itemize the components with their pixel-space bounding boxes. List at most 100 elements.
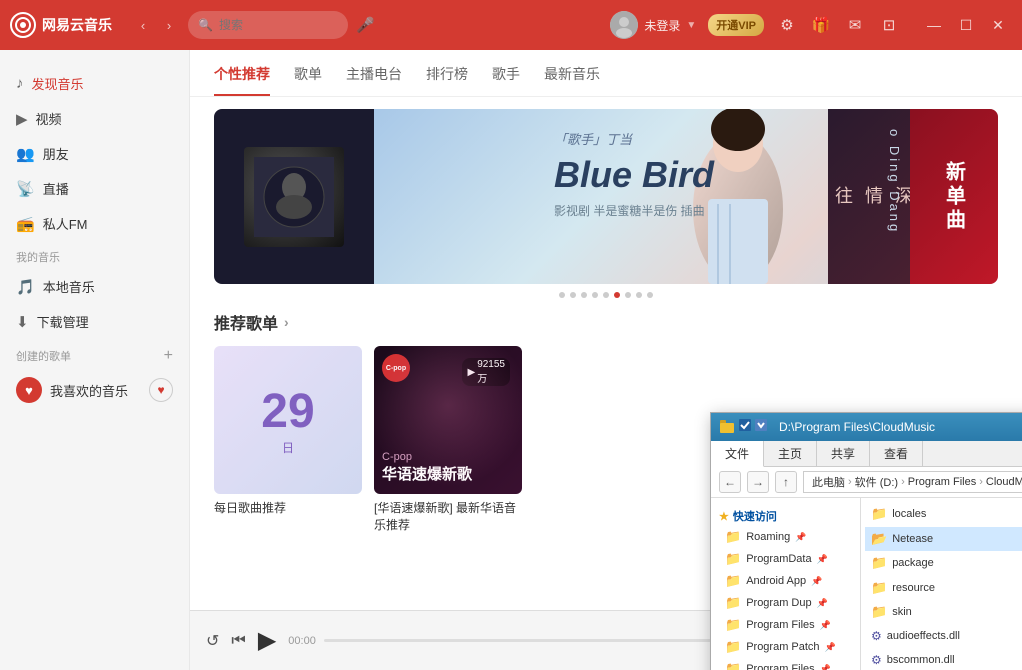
card-daily[interactable]: 29 日 每日歌曲推荐 [214, 346, 362, 534]
section-arrow[interactable]: › [284, 314, 289, 330]
bc-dir[interactable]: Program Files [908, 476, 976, 488]
fe-sidebar-programdup[interactable]: 📁 Program Dup 📌 [719, 592, 852, 614]
banner-subtitle: 「歌手」丁当 [554, 129, 714, 148]
fe-quick-access-header: ★ 快速访问 [719, 508, 852, 524]
dot-6[interactable] [614, 292, 620, 298]
sidebar-item-download[interactable]: ⬇ 下载管理 [0, 304, 189, 339]
tab-playlist[interactable]: 歌单 [294, 64, 322, 96]
dot-7[interactable] [625, 292, 631, 298]
search-bar[interactable]: 🔍 [188, 11, 348, 39]
fe-up-btn[interactable]: ↑ [775, 471, 797, 493]
dll-icon: ⚙ [871, 653, 882, 667]
gift-icon[interactable]: 🎁 [810, 14, 832, 36]
fe-tab-home[interactable]: 主页 [764, 441, 817, 466]
refresh-button[interactable]: ↺ [206, 631, 219, 651]
close-button[interactable]: ✕ [984, 11, 1012, 39]
playlist-section-header: 创建的歌单 + [0, 339, 189, 369]
fe-sidebar-programfiles2[interactable]: 📁 Program Files 📌 [719, 658, 852, 670]
folder-icon: 📁 [725, 573, 741, 589]
dot-1[interactable] [559, 292, 565, 298]
card-cpop[interactable]: ▶ 92155万 C-pop C-pop 华语速爆新歌 [374, 346, 522, 534]
sidebar-item-fm[interactable]: 📻 私人FM [0, 206, 189, 241]
banner-singer-name: o Ding Dang [887, 129, 902, 234]
fe-tab-share[interactable]: 共享 [817, 441, 870, 466]
card-glow [374, 346, 522, 494]
mic-button[interactable]: 🎤 [356, 16, 375, 34]
bc-cloud[interactable]: CloudMusic [986, 476, 1022, 488]
play-button[interactable]: ▶ [258, 626, 276, 655]
nav-arrows: ‹ › [132, 14, 180, 36]
dot-8[interactable] [636, 292, 642, 298]
settings-icon[interactable]: ⚙ [776, 14, 798, 36]
dll-icon: ⚙ [871, 629, 882, 643]
tab-chart[interactable]: 排行榜 [426, 64, 468, 96]
banner-container[interactable]: 「歌手」丁当 Blue Bird 影视剧 半是蜜糖半是伤 插曲 往 情 深 独家 [214, 109, 998, 284]
fe-sidebar-android[interactable]: 📁 Android App 📌 [719, 570, 852, 592]
maximize-button[interactable]: ☐ [952, 11, 980, 39]
sidebar-item-video[interactable]: ▶ 视频 [0, 101, 189, 136]
minimize-button[interactable]: — [920, 11, 948, 39]
tab-recommend[interactable]: 个性推荐 [214, 64, 270, 96]
album-art [244, 147, 344, 247]
fe-item-audioeffects[interactable]: ⚙ audioeffects.dll [865, 625, 1022, 648]
card-cpop-title: [华语速爆新歌] 最新华语音乐推荐 [374, 500, 522, 534]
fe-item-netease[interactable]: 📂 Netease [865, 527, 1022, 552]
forward-button[interactable]: › [158, 14, 180, 36]
user-area[interactable]: 未登录 ▼ [610, 11, 696, 39]
search-icon: 🔍 [198, 18, 213, 32]
mail-icon[interactable]: ✉ [844, 14, 866, 36]
back-button[interactable]: ‹ [132, 14, 154, 36]
sidebar-item-favorites[interactable]: ♥ 我喜欢的音乐 ♥ [0, 369, 189, 411]
fe-tab-view[interactable]: 查看 [870, 441, 923, 466]
prev-button[interactable]: ⏮ [231, 632, 245, 650]
vip-button[interactable]: 开通VIP [708, 14, 764, 36]
fe-back-btn[interactable]: ← [719, 471, 741, 493]
folder-icon: 📁 [725, 529, 741, 545]
sidebar: ♪ 发现音乐 ▶ 视频 👥 朋友 📡 直播 📻 私人FM 我的音乐 🎵 本地音乐… [0, 50, 190, 670]
favorites-heart-btn[interactable]: ♥ [149, 378, 173, 402]
favorites-heart-icon: ♥ [16, 377, 42, 403]
search-input[interactable] [219, 18, 329, 32]
player-controls: ↺ ⏮ ▶ [206, 626, 276, 655]
bc-pc[interactable]: 此电脑 [812, 474, 845, 490]
fe-quick-access: ★ 快速访问 📁 Roaming 📌 📁 ProgramData 📌 [711, 504, 860, 670]
fe-sidebar-programdata[interactable]: 📁 ProgramData 📌 [719, 548, 852, 570]
dot-4[interactable] [592, 292, 598, 298]
fe-item-locales[interactable]: 📁 locales [865, 502, 1022, 527]
fe-breadcrumb[interactable]: 此电脑 › 软件 (D:) › Program Files › CloudMus… [803, 471, 1022, 493]
sidebar-item-live[interactable]: 📡 直播 [0, 171, 189, 206]
fe-item-skin[interactable]: 📁 skin [865, 600, 1022, 625]
dot-3[interactable] [581, 292, 587, 298]
fe-item-package[interactable]: 📁 package [865, 551, 1022, 576]
sidebar-item-local[interactable]: 🎵 本地音乐 [0, 269, 189, 304]
tab-new-music[interactable]: 最新音乐 [544, 64, 600, 96]
dot-2[interactable] [570, 292, 576, 298]
fe-item-bscommon[interactable]: ⚙ bscommon.dll [865, 647, 1022, 670]
fe-sidebar-roaming[interactable]: 📁 Roaming 📌 [719, 526, 852, 548]
right-controls: 未登录 ▼ 开通VIP ⚙ 🎁 ✉ ⊡ — ☐ ✕ [610, 11, 1012, 39]
folder-icon: 📁 [725, 617, 741, 633]
sidebar-item-friends[interactable]: 👥 朋友 [0, 136, 189, 171]
fe-forward-btn[interactable]: → [747, 471, 769, 493]
titlebar: 网易云音乐 ‹ › 🔍 🎤 未登录 ▼ 开通VIP ⚙ 🎁 ✉ ⊡ — ☐ ✕ [0, 0, 1022, 50]
dot-5[interactable] [603, 292, 609, 298]
fe-sidebar-programpatch[interactable]: 📁 Program Patch 📌 [719, 636, 852, 658]
live-icon: 📡 [16, 180, 35, 198]
section-header: 推荐歌单 › [214, 310, 998, 334]
tab-artist[interactable]: 歌手 [492, 64, 520, 96]
banner-section: 「歌手」丁当 Blue Bird 影视剧 半是蜜糖半是伤 插曲 往 情 深 独家 [190, 97, 1022, 310]
screen-icon[interactable]: ⊡ [878, 14, 900, 36]
add-playlist-button[interactable]: + [164, 347, 173, 365]
tab-radio[interactable]: 主播电台 [346, 64, 402, 96]
fe-ribbon: 文件 主页 共享 查看 [711, 441, 1022, 467]
bc-drive[interactable]: 软件 (D:) [855, 474, 898, 490]
fe-item-resource[interactable]: 📁 resource [865, 576, 1022, 601]
fe-tab-file[interactable]: 文件 [711, 441, 764, 467]
dot-9[interactable] [647, 292, 653, 298]
fe-titlebar: D:\Program Files\CloudMusic — ☐ ✕ [711, 413, 1022, 441]
fe-sidebar-programfiles1[interactable]: 📁 Program Files 📌 [719, 614, 852, 636]
pin-icon: 📌 [817, 554, 828, 565]
sidebar-item-discover[interactable]: ♪ 发现音乐 [0, 66, 189, 101]
pin-icon: 📌 [795, 532, 806, 543]
fe-down-icon [755, 419, 767, 431]
